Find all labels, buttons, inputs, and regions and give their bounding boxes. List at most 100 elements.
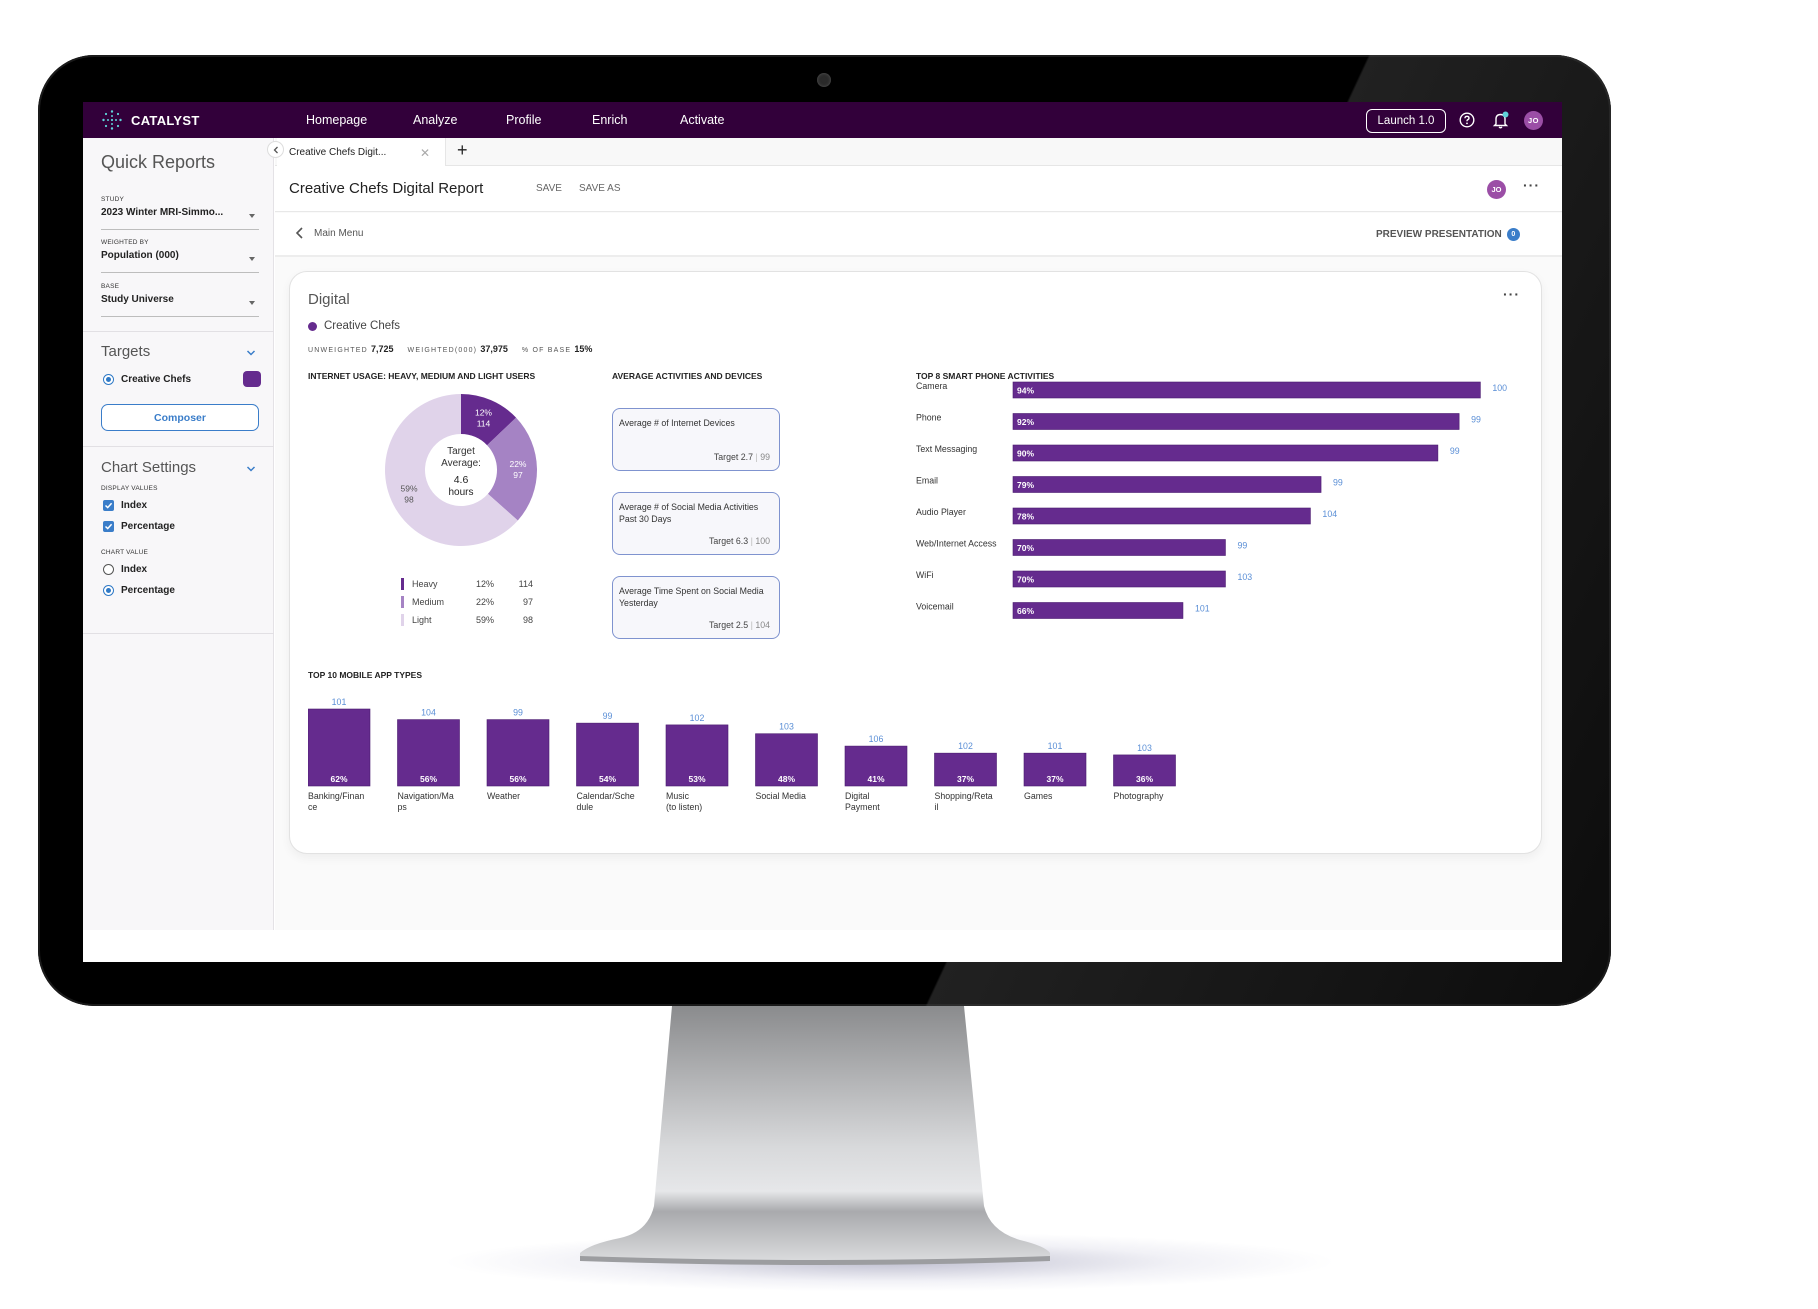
activity-question: Average # of Social Media Activities Pas…	[619, 502, 759, 524]
card-more-options-icon[interactable]: ···	[1503, 286, 1520, 302]
preview-count-badge: 0	[1506, 228, 1520, 241]
report-more-options-icon[interactable]: ···	[1523, 177, 1540, 193]
main-menu-link[interactable]: Main Menu	[295, 227, 363, 239]
donut-center-value: 4.6	[454, 474, 469, 486]
stat-unweighted: UNWEIGHTED 7,725	[308, 344, 394, 354]
hbar-index-label: 104	[1322, 509, 1337, 519]
collaborator-avatar[interactable]: JO	[1487, 180, 1506, 199]
tab-creative-chefs-report[interactable]: Creative Chefs Digit... ✕	[277, 138, 446, 167]
user-avatar[interactable]: JO	[1524, 111, 1543, 130]
vbar-category-label: il	[935, 802, 939, 812]
chart-settings-chevron-down-icon[interactable]	[246, 464, 256, 474]
study-select[interactable]: STUDY 2023 Winter MRI-Simmo...	[101, 196, 259, 230]
vbar-category-label: Games	[1024, 791, 1053, 801]
vbar-category-label: Music	[666, 791, 690, 801]
legend-percent: 12%	[476, 579, 495, 589]
nav-analyze[interactable]: Analyze	[413, 113, 506, 127]
activity-target-value: Target 6.3	[708, 536, 749, 546]
hbar-index-label: 99	[1471, 415, 1481, 425]
vbar-category-label: ce	[308, 802, 317, 812]
tab-bar: Creative Chefs Digit... ✕ +	[267, 138, 1562, 167]
hbar-category-label: Text Messaging	[916, 444, 977, 454]
mobile-app-types-bar-chart: 62% 101 Banking/Finance 56% 104 Navigation/Ma…	[308, 697, 1176, 812]
hbar-index-label: 99	[1450, 446, 1460, 456]
hbar-value-label: 90%	[1017, 449, 1034, 459]
hbar-web-internet-access	[1012, 539, 1226, 556]
percentage-checkbox[interactable]	[103, 521, 114, 532]
sidebar-divider	[83, 633, 274, 634]
donut-index-label: 98	[404, 494, 414, 504]
vbar-category-label: dule	[577, 802, 594, 812]
brand-logo[interactable]: CATALYST	[101, 102, 200, 138]
internet-usage-donut-chart: 12%114 22%97 59%98 TargetAverage: 4.6hours	[385, 394, 537, 546]
activity-target: Target 2.5 | 104	[708, 620, 770, 630]
add-tab-icon[interactable]: +	[457, 140, 468, 161]
save-button[interactable]: SAVE	[536, 183, 562, 194]
nav-activate[interactable]: Activate	[680, 113, 724, 127]
preview-presentation-label: PREVIEW PRESENTATION	[1376, 229, 1502, 240]
launch-button[interactable]: Launch 1.0	[1366, 109, 1446, 133]
hbar-category-label: Camera	[916, 381, 947, 391]
vbar-category-label: Calendar/Sche	[577, 791, 635, 801]
chart-value-percentage-radio[interactable]	[103, 585, 114, 596]
stat-value: 37,975	[480, 344, 508, 354]
report-title-bar: Creative Chefs Digital Report SAVE SAVE …	[275, 166, 1562, 212]
collapse-sidebar-button[interactable]	[267, 141, 284, 158]
stat-label: % OF BASE	[521, 347, 572, 354]
hbar-category-label: Email	[916, 476, 938, 486]
target-radio-creative-chefs[interactable]	[103, 374, 114, 385]
preview-presentation-button[interactable]: PREVIEW PRESENTATION 0	[1376, 228, 1520, 241]
base-select[interactable]: BASE Study Universe	[101, 283, 259, 317]
index-checkbox-label: Index	[121, 500, 148, 511]
vbar-index-label: 103	[779, 722, 794, 732]
hbar-voicemail	[1012, 602, 1184, 619]
legend-swatch	[401, 578, 404, 590]
legend-item-heavy: Heavy 12% 114	[401, 577, 541, 595]
chart-value-index-radio[interactable]	[103, 564, 114, 575]
internet-usage-legend: Heavy 12% 114 Medium 22% 97 Light 59% 98	[401, 577, 541, 631]
study-value: 2023 Winter MRI-Simmo...	[101, 207, 224, 218]
activity-index: 104	[755, 620, 770, 630]
stat-value: 7,725	[371, 344, 394, 354]
index-checkbox[interactable]	[103, 500, 114, 511]
vbar-value-label: 56%	[509, 774, 526, 784]
caret-down-icon	[249, 214, 255, 218]
webcam	[817, 73, 831, 87]
main-nav: Homepage Analyze Profile Enrich Activate	[306, 102, 724, 138]
help-icon[interactable]	[1457, 110, 1477, 130]
hbar-email	[1012, 476, 1322, 493]
vbar-index-label: 101	[1048, 741, 1063, 751]
save-as-button[interactable]: SAVE AS	[579, 183, 621, 194]
target-color-swatch[interactable]	[243, 371, 261, 387]
legend-item-medium: Medium 22% 97	[401, 595, 541, 613]
donut-pct-label: 22%	[509, 459, 526, 469]
card-title: Digital	[308, 291, 350, 308]
vbar-value-label: 37%	[957, 774, 974, 784]
close-tab-icon[interactable]: ✕	[420, 146, 430, 160]
vbar-category-label: ps	[398, 802, 408, 812]
stat-label: WEIGHTED(000)	[407, 347, 478, 354]
monitor-stand	[580, 1006, 1050, 1265]
weighted-by-label: WEIGHTED BY	[101, 239, 149, 246]
base-value: Study Universe	[101, 294, 174, 305]
hbar-value-label: 94%	[1017, 386, 1034, 396]
base-label: BASE	[101, 283, 120, 290]
hbar-wifi	[1012, 570, 1226, 588]
stat-value: 15%	[574, 344, 593, 354]
weighted-by-select[interactable]: WEIGHTED BY Population (000)	[101, 239, 259, 273]
nav-profile[interactable]: Profile	[506, 113, 592, 127]
vbar-index-label: 101	[332, 697, 347, 707]
legend-label: Medium	[412, 597, 445, 607]
legend-item-light: Light 59% 98	[401, 613, 541, 631]
donut-center-label: Target	[447, 446, 475, 457]
composer-button[interactable]: Composer	[101, 404, 259, 431]
hbar-index-label: 99	[1237, 541, 1247, 551]
activity-target: Target 6.3 | 100	[708, 536, 770, 546]
vbar-index-label: 99	[513, 708, 523, 718]
targets-chevron-down-icon[interactable]	[246, 348, 256, 358]
vbar-value-label: 54%	[599, 774, 616, 784]
nav-homepage[interactable]: Homepage	[306, 113, 413, 127]
nav-enrich[interactable]: Enrich	[592, 113, 680, 127]
hbar-phone	[1012, 413, 1460, 430]
notification-bell-icon[interactable]	[1491, 110, 1511, 130]
